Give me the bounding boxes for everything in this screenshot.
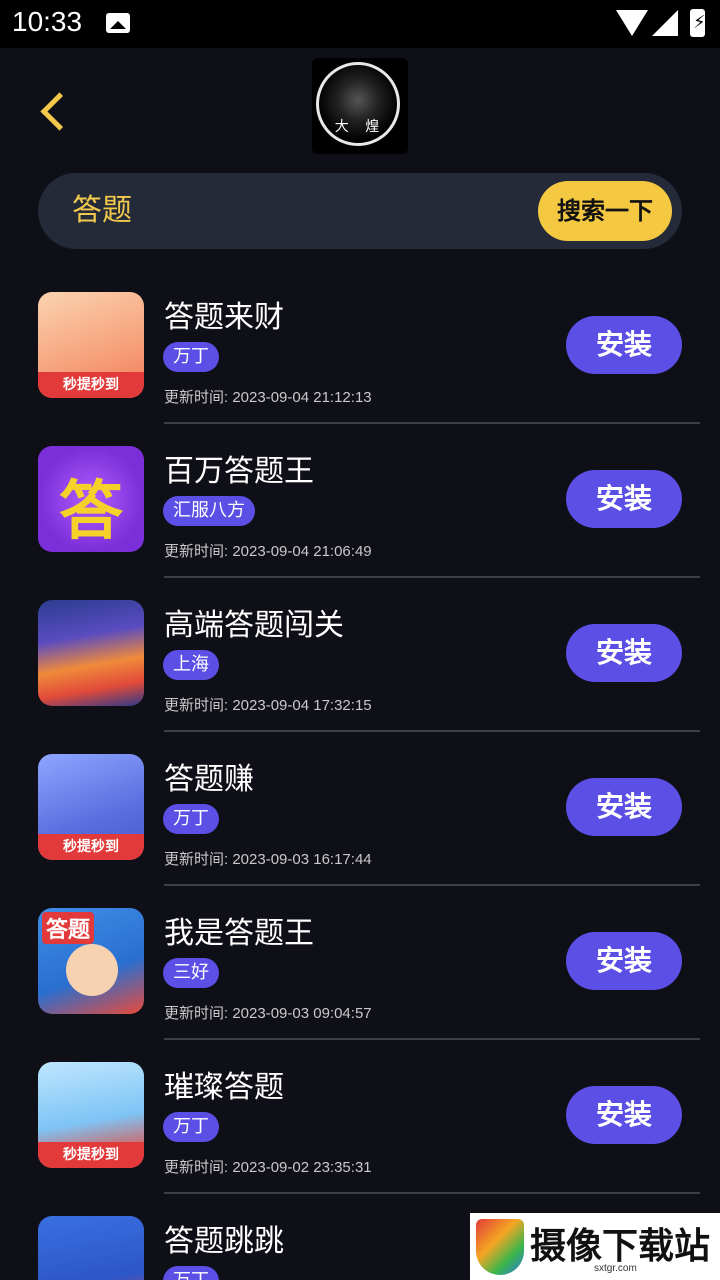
update-time: 更新时间: 2023-09-02 23:35:31	[164, 1159, 372, 1176]
status-time: 10:33	[12, 6, 83, 37]
app-name: 璀璨答题	[164, 1070, 284, 1105]
divider	[164, 576, 700, 578]
image-notification-icon	[106, 13, 130, 33]
search-bar: 答题 搜索一下	[38, 173, 682, 249]
list-item[interactable]: 答 百万答题王 汇服八方 更新时间: 2023-09-04 21:06:49 安…	[0, 434, 720, 588]
update-time: 更新时间: 2023-09-03 16:17:44	[164, 851, 372, 868]
rocket-rider-icon: 秒提秒到	[38, 1062, 144, 1168]
watermark: 摄像下载站 sxtgr.com	[470, 1213, 720, 1280]
sunset-landscape-icon	[38, 600, 144, 706]
divider	[164, 730, 700, 732]
paper-hand-icon: 秒提秒到	[38, 292, 144, 398]
app-tag: 三好	[163, 958, 219, 988]
divider	[164, 884, 700, 886]
install-button[interactable]: 安装	[566, 778, 682, 836]
app-name: 答题赚	[164, 762, 254, 797]
search-input[interactable]: 答题	[72, 185, 132, 229]
install-button[interactable]: 安装	[566, 932, 682, 990]
app-tag: 上海	[163, 650, 219, 680]
coins-pencil-icon	[38, 1216, 144, 1280]
list-item[interactable]: 高端答题闯关 上海 更新时间: 2023-09-04 17:32:15 安装	[0, 588, 720, 742]
app-name: 答题跳跳	[164, 1224, 284, 1259]
divider	[164, 1192, 700, 1194]
list-item[interactable]: 秒提秒到 答题来财 万丁 更新时间: 2023-09-04 21:12:13 安…	[0, 280, 720, 434]
app-name: 答题来财	[164, 300, 284, 335]
list-item[interactable]: 秒提秒到 璀璨答题 万丁 更新时间: 2023-09-02 23:35:31 安…	[0, 1050, 720, 1204]
divider	[164, 1038, 700, 1040]
install-button[interactable]: 安装	[566, 1086, 682, 1144]
watermark-url: sxtgr.com	[594, 1263, 637, 1274]
list-item[interactable]: 答题 我是答题王 三好 更新时间: 2023-09-03 09:04:57 安装	[0, 896, 720, 1050]
app-name: 高端答题闯关	[164, 608, 344, 643]
update-time: 更新时间: 2023-09-04 17:32:15	[164, 697, 372, 714]
app-tag: 万丁	[163, 1266, 219, 1280]
app-tag: 汇服八方	[163, 496, 255, 526]
app-tag: 万丁	[163, 342, 219, 372]
app-name: 百万答题王	[164, 454, 314, 489]
app-tag: 万丁	[163, 804, 219, 834]
app-name: 我是答题王	[164, 916, 314, 951]
cartoon-man-icon: 答题	[38, 908, 144, 1014]
search-button[interactable]: 搜索一下	[538, 181, 672, 241]
answer-badge-icon: 答	[38, 446, 144, 552]
signal-icon	[652, 10, 678, 36]
student-pencil-icon: 秒提秒到	[38, 754, 144, 860]
install-button[interactable]: 安装	[566, 316, 682, 374]
update-time: 更新时间: 2023-09-04 21:12:13	[164, 389, 372, 406]
shield-logo-icon	[476, 1219, 524, 1275]
app-tag: 万丁	[163, 1112, 219, 1142]
update-time: 更新时间: 2023-09-03 09:04:57	[164, 1005, 372, 1022]
watermark-text: 摄像下载站	[530, 1226, 711, 1267]
divider	[164, 422, 700, 424]
wifi-icon	[616, 10, 648, 36]
update-time: 更新时间: 2023-09-04 21:06:49	[164, 543, 372, 560]
status-bar: 10:33 ⚡	[0, 0, 720, 48]
install-button[interactable]: 安装	[566, 470, 682, 528]
list-item[interactable]: 秒提秒到 答题赚 万丁 更新时间: 2023-09-03 16:17:44 安装	[0, 742, 720, 896]
back-icon[interactable]	[40, 92, 79, 131]
battery-icon: ⚡	[690, 9, 706, 37]
app-logo: 大 煌	[312, 58, 408, 154]
install-button[interactable]: 安装	[566, 624, 682, 682]
logo-text: 大 煌	[334, 119, 386, 135]
